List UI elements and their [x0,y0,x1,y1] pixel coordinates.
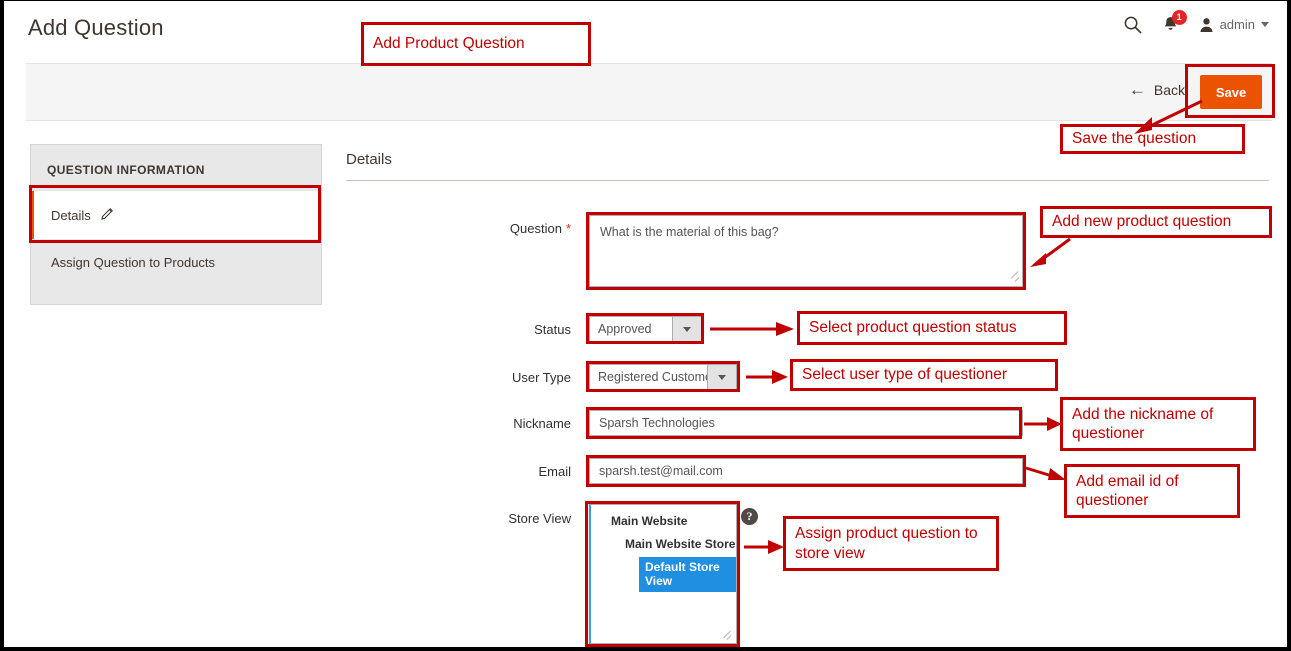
search-icon[interactable] [1123,15,1142,34]
details-section: Details [346,151,1271,181]
header-actions: 1 admin [1123,15,1269,34]
notifications-bell-icon[interactable]: 1 [1162,16,1179,34]
sidebar-item-assign-question-to-products[interactable]: Assign Question to Products [31,239,321,286]
page-actions-toolbar [26,63,1272,121]
sidebar-item-details[interactable]: Details [31,191,321,239]
sidebar-item-label: Assign Question to Products [51,255,215,270]
nickname-label: Nickname [454,416,571,431]
admin-menu[interactable]: admin [1199,17,1269,33]
annotation-add-email: Add email id of questioner [1064,464,1240,518]
annotation-arrow-user-type [744,365,790,389]
annotation-arrow-nickname [1022,413,1064,435]
chevron-down-icon [1261,22,1269,27]
annotation-select-user-type: Select user type of questioner [790,359,1058,391]
required-marker: * [566,221,571,236]
notifications-count-badge: 1 [1172,10,1187,25]
nickname-input[interactable] [589,410,1023,436]
arrow-left-icon: ← [1129,81,1146,98]
question-information-sidebar: QUESTION INFORMATION Details Assign Ques… [30,144,322,305]
admin-page: Add Question 1 admin ← Back Save QUESTIO… [4,1,1291,651]
user-type-select[interactable]: Registered CustomerGuest [589,364,737,390]
annotation-add-product-question: Add Product Question [361,22,591,66]
back-button[interactable]: ← Back [1129,81,1185,98]
sidebar-item-label: Details [51,208,91,223]
store-view-help-icon[interactable]: ? [741,508,758,525]
store-view-website-label: Main Website [591,505,736,528]
annotation-add-new-product-question: Add new product question [1040,206,1272,238]
save-button[interactable]: Save [1200,75,1262,109]
back-label: Back [1154,82,1185,98]
status-label: Status [474,322,571,337]
question-input[interactable] [589,215,1023,287]
annotation-arrow-question [1026,233,1086,269]
store-view-multiselect[interactable]: Main Website Main Website Store Default … [589,504,737,644]
annotation-arrow-store-view [742,536,786,558]
store-view-store-label: Main Website Store [591,528,736,551]
question-label: Question* [441,221,571,236]
annotation-assign-store-view: Assign product question to store view [783,516,999,571]
annotation-arrow-email [1024,462,1068,484]
sidebar-title: QUESTION INFORMATION [31,145,321,191]
user-type-label: User Type [456,370,571,385]
email-input[interactable] [589,458,1023,484]
annotation-arrow-status [708,317,796,341]
store-view-label: Store View [451,511,571,526]
annotation-select-product-question-status: Select product question status [797,311,1067,345]
store-view-option-default[interactable]: Default Store View [639,557,736,592]
annotation-add-nickname: Add the nickname of questioner [1060,397,1256,451]
admin-label: admin [1220,17,1255,32]
status-select[interactable]: ApprovedPendingNot Approved [589,316,702,342]
annotation-save-the-question: Save the question [1060,124,1245,154]
section-divider [346,180,1269,181]
section-title: Details [346,151,1271,180]
page-title: Add Question [28,15,164,41]
screenshot-frame: Add Question 1 admin ← Back Save QUESTIO… [0,0,1291,651]
email-label: Email [477,464,571,479]
user-icon [1199,17,1214,33]
pencil-icon [101,207,114,223]
